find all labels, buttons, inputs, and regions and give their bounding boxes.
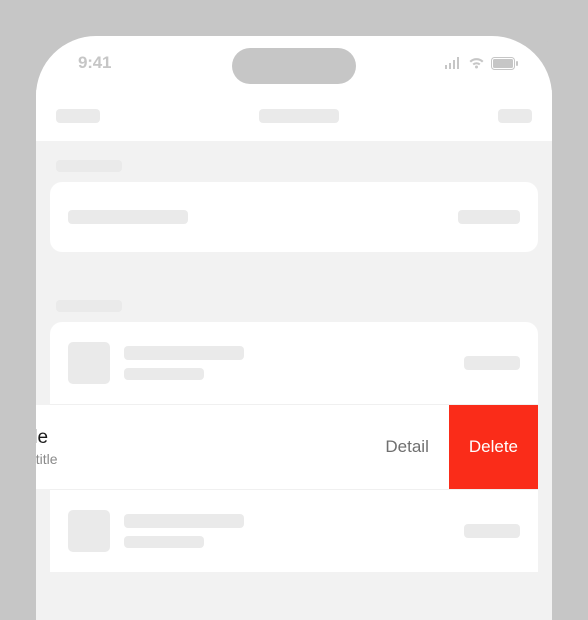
statusbar: 9:41 [36, 36, 552, 90]
device-frame: 9:41 [18, 18, 570, 620]
list-item[interactable] [50, 322, 538, 404]
section-label-placeholder [56, 300, 122, 312]
battery-icon [491, 57, 518, 70]
swipe-item-title: tle [36, 427, 365, 449]
wifi-icon [468, 57, 485, 69]
card-row-1[interactable] [50, 182, 538, 252]
swipe-item-subtitle: btitle [36, 451, 365, 467]
screen: 9:41 [36, 36, 552, 620]
statusbar-time: 9:41 [78, 53, 111, 73]
list-item[interactable] [50, 490, 538, 572]
swipe-content[interactable]: tle btitle Detail Delete [36, 405, 538, 489]
swipe-cell[interactable]: tle btitle Detail Delete [50, 404, 538, 490]
nav-back-placeholder[interactable] [56, 109, 100, 123]
item-trailing-placeholder [464, 524, 520, 538]
row-value-placeholder [458, 210, 520, 224]
item-subtitle-placeholder [124, 368, 204, 380]
item-icon-placeholder [68, 510, 110, 552]
item-title-placeholder [124, 346, 244, 360]
nav-action-placeholder[interactable] [498, 109, 532, 123]
item-text [124, 514, 464, 548]
item-icon-placeholder [68, 342, 110, 384]
swipe-delete-button[interactable]: Delete [449, 405, 538, 489]
cellular-icon [444, 57, 462, 69]
row-title-placeholder [68, 210, 188, 224]
status-icons [444, 57, 518, 70]
navbar [36, 90, 552, 142]
swipe-text: tle btitle [36, 427, 365, 467]
item-subtitle-placeholder [124, 536, 204, 548]
content-area: tle btitle Detail Delete [36, 90, 552, 620]
list-card: tle btitle Detail Delete [50, 322, 538, 572]
dynamic-island [232, 48, 356, 84]
section-header-2 [36, 282, 552, 322]
section-label-placeholder [56, 160, 122, 172]
swipe-actions: Detail Delete [365, 405, 538, 489]
nav-title-placeholder [259, 109, 339, 123]
item-title-placeholder [124, 514, 244, 528]
item-trailing-placeholder [464, 356, 520, 370]
section-header-1 [36, 142, 552, 182]
item-text [124, 346, 464, 380]
swipe-detail-button[interactable]: Detail [365, 405, 448, 489]
